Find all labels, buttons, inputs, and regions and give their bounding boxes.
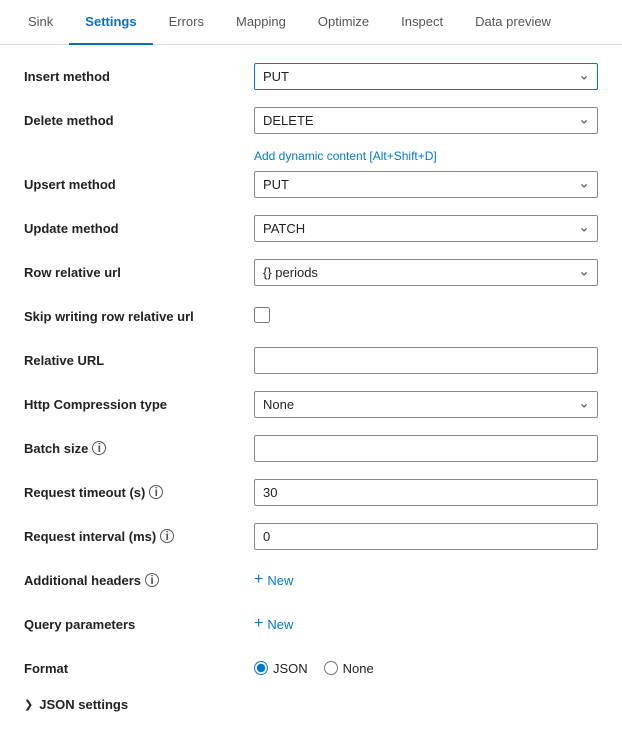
skip-writing-checkbox[interactable] (254, 307, 270, 323)
request-interval-control (254, 523, 598, 550)
request-timeout-input[interactable] (254, 479, 598, 506)
delete-method-select[interactable]: DELETE PUT POST PATCH (254, 107, 598, 134)
tab-errors[interactable]: Errors (153, 0, 220, 45)
tab-settings[interactable]: Settings (69, 0, 152, 45)
request-timeout-control (254, 479, 598, 506)
delete-method-select-wrapper: DELETE PUT POST PATCH (254, 107, 598, 134)
json-settings-row[interactable]: ❯ JSON settings (24, 697, 598, 712)
update-method-row: Update method PATCH PUT POST DELETE (24, 213, 598, 243)
format-none-radio[interactable] (324, 661, 338, 675)
relative-url-control (254, 347, 598, 374)
upsert-method-label: Upsert method (24, 177, 254, 192)
tab-inspect[interactable]: Inspect (385, 0, 459, 45)
format-control: JSON None (254, 661, 598, 676)
request-interval-input[interactable] (254, 523, 598, 550)
batch-size-label: Batch size i (24, 441, 254, 456)
format-radio-group: JSON None (254, 661, 598, 676)
format-json-radio[interactable] (254, 661, 268, 675)
batch-size-info-icon: i (92, 441, 106, 455)
tab-data-preview[interactable]: Data preview (459, 0, 567, 45)
settings-content: Insert method PUT POST PATCH DELETE Dele… (0, 45, 622, 728)
request-interval-row: Request interval (ms) i (24, 521, 598, 551)
additional-headers-info-icon: i (145, 573, 159, 587)
row-relative-url-select[interactable]: {} periods None (254, 259, 598, 286)
format-row: Format JSON None (24, 653, 598, 683)
tab-optimize[interactable]: Optimize (302, 0, 385, 45)
request-timeout-row: Request timeout (s) i (24, 477, 598, 507)
upsert-method-select[interactable]: PUT POST PATCH DELETE (254, 171, 598, 198)
tab-mapping[interactable]: Mapping (220, 0, 302, 45)
dynamic-content-link[interactable]: Add dynamic content [Alt+Shift+D] (254, 149, 598, 163)
insert-method-select-wrapper: PUT POST PATCH DELETE (254, 63, 598, 90)
http-compression-select[interactable]: None GZip Deflate (254, 391, 598, 418)
update-method-control: PATCH PUT POST DELETE (254, 215, 598, 242)
http-compression-control: None GZip Deflate (254, 391, 598, 418)
delete-method-row: Delete method DELETE PUT POST PATCH (24, 105, 598, 135)
batch-size-row: Batch size i (24, 433, 598, 463)
request-timeout-info-icon: i (149, 485, 163, 499)
upsert-method-select-wrapper: PUT POST PATCH DELETE (254, 171, 598, 198)
update-method-label: Update method (24, 221, 254, 236)
delete-method-control: DELETE PUT POST PATCH (254, 107, 598, 134)
json-settings-chevron-icon: ❯ (24, 698, 33, 711)
http-compression-label: Http Compression type (24, 397, 254, 412)
relative-url-row: Relative URL (24, 345, 598, 375)
additional-headers-label: Additional headers i (24, 573, 254, 588)
insert-method-row: Insert method PUT POST PATCH DELETE (24, 61, 598, 91)
row-relative-url-label: Row relative url (24, 265, 254, 280)
batch-size-input[interactable] (254, 435, 598, 462)
http-compression-select-wrapper: None GZip Deflate (254, 391, 598, 418)
json-settings-label: JSON settings (39, 697, 128, 712)
insert-method-select[interactable]: PUT POST PATCH DELETE (254, 63, 598, 90)
additional-headers-row: Additional headers i + New (24, 565, 598, 595)
request-interval-info-icon: i (160, 529, 174, 543)
relative-url-label: Relative URL (24, 353, 254, 368)
skip-writing-control (254, 307, 598, 326)
query-parameters-row: Query parameters + New (24, 609, 598, 639)
row-relative-url-row: Row relative url {} periods None (24, 257, 598, 287)
delete-method-label: Delete method (24, 113, 254, 128)
upsert-method-row: Upsert method PUT POST PATCH DELETE (24, 169, 598, 199)
row-relative-url-control: {} periods None (254, 259, 598, 286)
insert-method-label: Insert method (24, 69, 254, 84)
upsert-method-control: PUT POST PATCH DELETE (254, 171, 598, 198)
skip-writing-label: Skip writing row relative url (24, 309, 254, 324)
query-parameters-new-button[interactable]: + New (254, 612, 293, 636)
update-method-select-wrapper: PATCH PUT POST DELETE (254, 215, 598, 242)
update-method-select[interactable]: PATCH PUT POST DELETE (254, 215, 598, 242)
format-none-option[interactable]: None (324, 661, 374, 676)
query-parameters-plus-icon: + (254, 616, 263, 632)
insert-method-control: PUT POST PATCH DELETE (254, 63, 598, 90)
format-json-option[interactable]: JSON (254, 661, 308, 676)
batch-size-control (254, 435, 598, 462)
request-interval-label: Request interval (ms) i (24, 529, 254, 544)
http-compression-type-row: Http Compression type None GZip Deflate (24, 389, 598, 419)
request-timeout-label: Request timeout (s) i (24, 485, 254, 500)
relative-url-input[interactable] (254, 347, 598, 374)
additional-headers-plus-icon: + (254, 572, 263, 588)
query-parameters-control: + New (254, 612, 598, 636)
skip-writing-row-relative-url-row: Skip writing row relative url (24, 301, 598, 331)
tab-bar: Sink Settings Errors Mapping Optimize In… (0, 0, 622, 45)
additional-headers-new-button[interactable]: + New (254, 568, 293, 592)
query-parameters-label: Query parameters (24, 617, 254, 632)
row-relative-url-select-wrapper: {} periods None (254, 259, 598, 286)
format-label: Format (24, 661, 254, 676)
additional-headers-control: + New (254, 568, 598, 592)
tab-sink[interactable]: Sink (12, 0, 69, 45)
